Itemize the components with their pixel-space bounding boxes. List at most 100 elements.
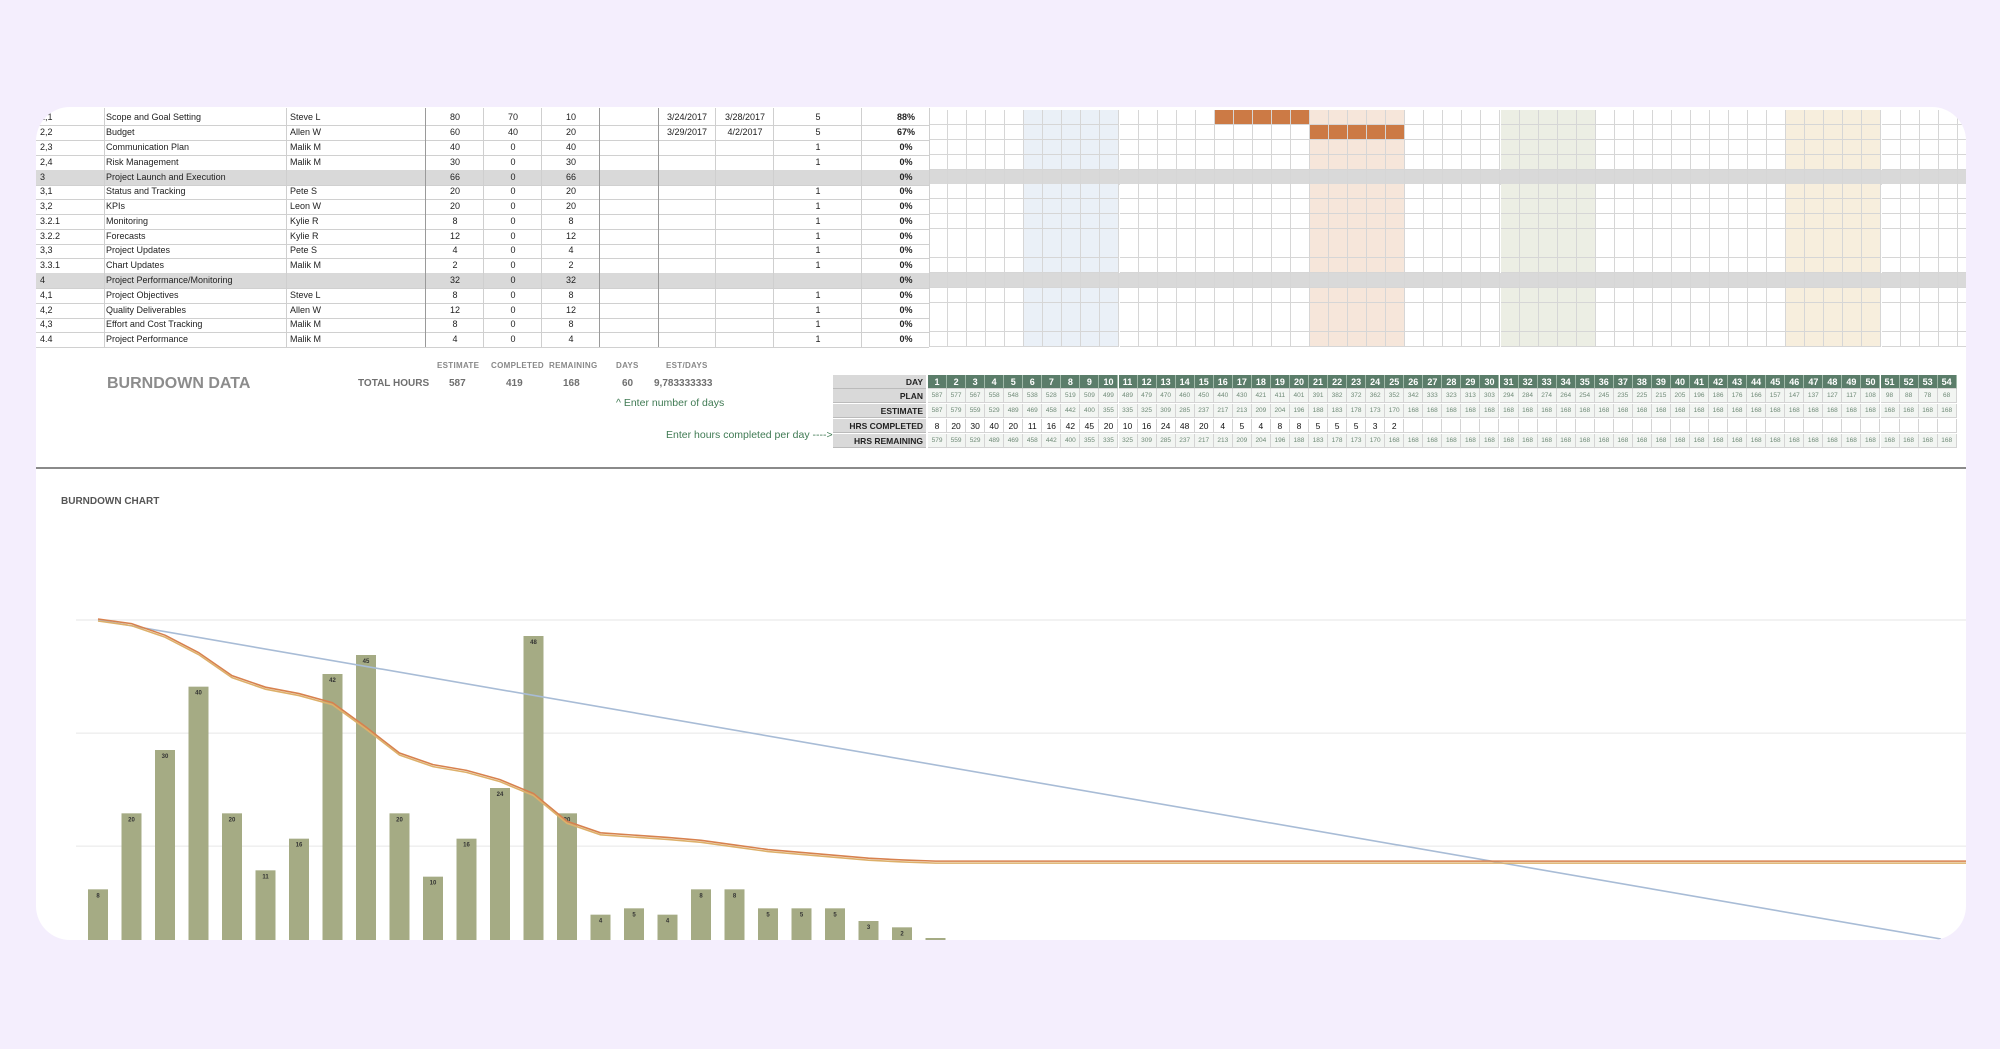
hours-completed-input[interactable]: 4 xyxy=(1213,419,1233,433)
hours-completed-input[interactable] xyxy=(1404,419,1424,433)
cell-task-name[interactable]: Budget xyxy=(106,125,286,139)
cell-wbs[interactable]: 4.4 xyxy=(40,332,100,346)
cell-days[interactable]: 1 xyxy=(775,229,861,243)
cell-wbs[interactable]: 2,4 xyxy=(40,155,100,169)
cell-remaining[interactable]: 8 xyxy=(543,214,599,228)
cell-task-name[interactable]: Effort and Cost Tracking xyxy=(106,317,286,331)
cell-completed[interactable]: 0 xyxy=(485,258,541,272)
cell-days[interactable]: 1 xyxy=(775,317,861,331)
hours-completed-input[interactable]: 2 xyxy=(1385,419,1405,433)
hours-completed-input[interactable] xyxy=(1861,419,1881,433)
cell-task-name[interactable]: Forecasts xyxy=(106,229,286,243)
cell-end-date[interactable]: 3/28/2017 xyxy=(717,110,773,124)
hours-completed-input[interactable] xyxy=(1804,419,1824,433)
cell-completed[interactable]: 0 xyxy=(485,199,541,213)
hours-completed-input[interactable] xyxy=(1937,419,1957,433)
cell-wbs[interactable]: 3.2.1 xyxy=(40,214,100,228)
hours-completed-input[interactable] xyxy=(1594,419,1614,433)
cell-days[interactable]: 1 xyxy=(775,155,861,169)
hours-completed-input[interactable]: 8 xyxy=(928,419,948,433)
hours-completed-input[interactable] xyxy=(1747,419,1767,433)
cell-estimate[interactable]: 4 xyxy=(427,332,483,346)
cell-wbs[interactable]: 4,1 xyxy=(40,288,100,302)
cell-owner[interactable]: Malik M xyxy=(290,155,420,169)
cell-remaining[interactable]: 20 xyxy=(543,125,599,139)
cell-remaining[interactable]: 20 xyxy=(543,184,599,198)
cell-remaining[interactable]: 8 xyxy=(543,288,599,302)
hours-completed-input[interactable]: 5 xyxy=(1309,419,1329,433)
cell-estimate[interactable]: 30 xyxy=(427,155,483,169)
cell-completed[interactable]: 0 xyxy=(485,288,541,302)
hours-completed-input[interactable]: 5 xyxy=(1232,419,1252,433)
hours-completed-input[interactable]: 40 xyxy=(985,419,1005,433)
cell-completed[interactable]: 0 xyxy=(485,273,541,287)
hours-completed-input[interactable]: 4 xyxy=(1251,419,1271,433)
cell-wbs[interactable]: 4 xyxy=(40,273,100,287)
cell-task-name[interactable]: Status and Tracking xyxy=(106,184,286,198)
hours-completed-input[interactable]: 8 xyxy=(1289,419,1309,433)
cell-task-name[interactable]: Project Performance xyxy=(106,332,286,346)
cell-days[interactable]: 1 xyxy=(775,258,861,272)
cell-owner[interactable]: Steve L xyxy=(290,288,420,302)
cell-days[interactable]: 1 xyxy=(775,184,861,198)
cell-days[interactable]: 1 xyxy=(775,199,861,213)
cell-estimate[interactable]: 8 xyxy=(427,288,483,302)
cell-days[interactable]: 1 xyxy=(775,332,861,346)
hours-completed-input[interactable] xyxy=(1442,419,1462,433)
hours-completed-input[interactable] xyxy=(1823,419,1843,433)
cell-estimate[interactable]: 80 xyxy=(427,110,483,124)
cell-days[interactable]: 1 xyxy=(775,243,861,257)
cell-task-name[interactable]: Project Objectives xyxy=(106,288,286,302)
cell-remaining[interactable]: 8 xyxy=(543,317,599,331)
cell-owner[interactable]: Malik M xyxy=(290,317,420,331)
hours-completed-input[interactable]: 48 xyxy=(1175,419,1195,433)
cell-wbs[interactable]: 3 xyxy=(40,170,100,184)
cell-owner[interactable]: Allen W xyxy=(290,125,420,139)
cell-owner[interactable]: Kylie R xyxy=(290,214,420,228)
hours-completed-input[interactable]: 20 xyxy=(1004,419,1024,433)
cell-estimate[interactable]: 20 xyxy=(427,199,483,213)
cell-days[interactable]: 1 xyxy=(775,288,861,302)
cell-days[interactable]: 1 xyxy=(775,303,861,317)
hours-completed-input[interactable]: 16 xyxy=(1137,419,1157,433)
cell-wbs[interactable]: 3.2.2 xyxy=(40,229,100,243)
hours-completed-input[interactable] xyxy=(1899,419,1919,433)
cell-remaining[interactable]: 66 xyxy=(543,170,599,184)
cell-owner[interactable]: Steve L xyxy=(290,110,420,124)
cell-estimate[interactable]: 12 xyxy=(427,303,483,317)
cell-owner[interactable]: Pete S xyxy=(290,243,420,257)
hours-completed-input[interactable] xyxy=(1728,419,1748,433)
cell-remaining[interactable]: 10 xyxy=(543,110,599,124)
hours-completed-input[interactable]: 5 xyxy=(1347,419,1367,433)
hours-completed-input[interactable] xyxy=(1537,419,1557,433)
total-days-input[interactable]: 60 xyxy=(622,378,633,389)
cell-task-name[interactable]: Quality Deliverables xyxy=(106,303,286,317)
cell-estimate[interactable]: 32 xyxy=(427,273,483,287)
hours-completed-input[interactable] xyxy=(1461,419,1481,433)
cell-remaining[interactable]: 30 xyxy=(543,155,599,169)
hours-completed-input[interactable]: 10 xyxy=(1118,419,1138,433)
cell-estimate[interactable]: 4 xyxy=(427,243,483,257)
cell-owner[interactable]: Leon W xyxy=(290,199,420,213)
cell-estimate[interactable]: 8 xyxy=(427,214,483,228)
cell-remaining[interactable]: 4 xyxy=(543,243,599,257)
cell-estimate[interactable]: 12 xyxy=(427,229,483,243)
cell-completed[interactable]: 0 xyxy=(485,317,541,331)
cell-owner[interactable]: Malik M xyxy=(290,332,420,346)
cell-task-name[interactable]: Chart Updates xyxy=(106,258,286,272)
cell-remaining[interactable]: 32 xyxy=(543,273,599,287)
cell-estimate[interactable]: 66 xyxy=(427,170,483,184)
hours-completed-input[interactable] xyxy=(1480,419,1500,433)
cell-completed[interactable]: 0 xyxy=(485,170,541,184)
cell-remaining[interactable]: 12 xyxy=(543,303,599,317)
hours-completed-input[interactable]: 5 xyxy=(1328,419,1348,433)
cell-wbs[interactable]: 3.3.1 xyxy=(40,258,100,272)
cell-wbs[interactable]: 4,3 xyxy=(40,317,100,331)
hours-completed-input[interactable]: 42 xyxy=(1061,419,1081,433)
cell-end-date[interactable]: 4/2/2017 xyxy=(717,125,773,139)
hours-completed-input[interactable] xyxy=(1709,419,1729,433)
cell-wbs[interactable]: 3,3 xyxy=(40,243,100,257)
hours-completed-input[interactable]: 20 xyxy=(947,419,967,433)
hours-completed-input[interactable]: 24 xyxy=(1156,419,1176,433)
hours-completed-input[interactable] xyxy=(1613,419,1633,433)
